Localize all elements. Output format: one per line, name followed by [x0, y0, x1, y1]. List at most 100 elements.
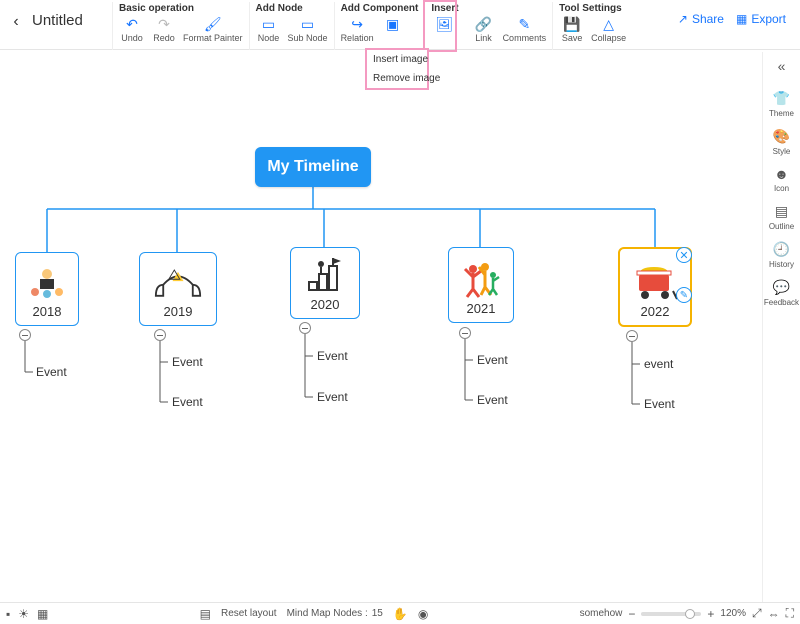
component-b-button[interactable]: ▣	[380, 15, 406, 43]
bottom-left-tools: ▪ ☀ ▦	[6, 607, 48, 621]
year-node-2022[interactable]: ✕ ✎ 2022	[618, 247, 692, 327]
zoom-out-button[interactable]: −	[628, 607, 635, 621]
menu-insert-image[interactable]: Insert image	[367, 50, 427, 69]
back-button[interactable]: ‹	[6, 2, 26, 42]
event-label[interactable]: Event	[644, 397, 675, 411]
redo-button[interactable]: ↷Redo	[151, 15, 177, 43]
grid-icon[interactable]: ▦	[37, 607, 48, 621]
root-node[interactable]: My Timeline	[255, 147, 371, 187]
document-title[interactable]: Untitled	[32, 2, 112, 29]
link-icon: 🔗	[473, 15, 495, 33]
export-icon: ▦	[736, 12, 747, 26]
link-button[interactable]: 🔗Link	[471, 15, 497, 43]
share-button[interactable]: ↗Share	[678, 12, 724, 26]
node-tool-button[interactable]: ✎	[676, 287, 692, 303]
header-actions: ↗Share ▦Export	[678, 2, 794, 26]
rail-style[interactable]: 🎨Style	[773, 128, 791, 156]
zoom-slider[interactable]	[641, 612, 701, 616]
fit-width-icon[interactable]: ⇔	[768, 607, 780, 621]
event-label[interactable]: Event	[317, 349, 348, 363]
style-icon: 🎨	[773, 128, 790, 145]
format-painter-icon: 🖌	[202, 15, 224, 33]
share-icon: ↗	[678, 12, 688, 26]
reset-layout-icon[interactable]: ▤	[200, 607, 211, 621]
fit-icon[interactable]: ⤢	[752, 606, 762, 621]
fullscreen-icon[interactable]: ⛶	[786, 606, 794, 621]
collapse-toggle[interactable]	[299, 322, 311, 334]
export-button[interactable]: ▦Export	[736, 12, 786, 26]
save-button[interactable]: 💾Save	[559, 15, 585, 43]
group-label-add-component: Add Component	[341, 2, 419, 15]
node-count: Mind Map Nodes : 15	[287, 608, 383, 619]
year-label: 2020	[311, 297, 340, 312]
collapse-toggle[interactable]	[626, 330, 638, 342]
group-add-node: Add Node ▭Node ▭Sub Node	[249, 2, 334, 50]
event-label[interactable]: Event	[317, 390, 348, 404]
relation-button[interactable]: ↪Relation	[341, 15, 374, 43]
insert-dropdown: Insert image Remove image	[365, 48, 429, 90]
collapse-button[interactable]: △Collapse	[591, 15, 626, 43]
group-label-settings: Tool Settings	[559, 2, 626, 15]
image-icon: 🖼	[433, 15, 455, 33]
rail-collapse-button[interactable]: «	[778, 58, 786, 74]
illustration-2019	[154, 262, 202, 302]
event-label[interactable]: Event	[36, 365, 67, 379]
right-rail: « 👕Theme 🎨Style ☻Icon ▤Outline 🕘History …	[762, 52, 800, 602]
year-label: 2019	[164, 304, 193, 319]
event-label[interactable]: event	[644, 357, 673, 371]
group-add-component: Add Component ↪Relation ▣	[334, 2, 425, 50]
year-node-2021[interactable]: 2021	[448, 247, 514, 323]
zoom-value: 120%	[720, 608, 746, 619]
boundary-icon: ▣	[382, 15, 404, 33]
save-icon: 💾	[561, 15, 583, 33]
zoom-in-button[interactable]: +	[707, 607, 714, 621]
group-tool-settings: Tool Settings 💾Save △Collapse	[552, 2, 632, 50]
bottom-bar: ▪ ☀ ▦ ▤ Reset layout Mind Map Nodes : 15…	[0, 602, 800, 624]
year-label: 2021	[467, 301, 496, 316]
rail-theme[interactable]: 👕Theme	[769, 90, 794, 118]
canvas[interactable]: My Timeline 2018 Event 2019 Event Event …	[0, 52, 762, 602]
collapse-toggle[interactable]	[19, 329, 31, 341]
collapse-icon: △	[598, 15, 620, 33]
event-label[interactable]: Event	[477, 393, 508, 407]
year-node-2018[interactable]: 2018	[15, 252, 79, 326]
collapse-toggle[interactable]	[154, 329, 166, 341]
redo-icon: ↷	[153, 15, 175, 33]
year-node-2019[interactable]: 2019	[139, 252, 217, 326]
theme-icon: 👕	[773, 90, 790, 107]
center-icon[interactable]: ◉	[418, 607, 428, 621]
subnode-icon: ▭	[297, 15, 319, 33]
format-painter-button[interactable]: 🖌Format Painter	[183, 15, 243, 43]
relation-icon: ↪	[346, 15, 368, 33]
year-node-2020[interactable]: 2020	[290, 247, 360, 319]
add-subnode-button[interactable]: ▭Sub Node	[288, 15, 328, 43]
group-inline: 🔗Link ✎Comments	[465, 2, 553, 50]
collapse-toggle[interactable]	[459, 327, 471, 339]
rail-feedback[interactable]: 💬Feedback	[764, 279, 799, 307]
menu-remove-image[interactable]: Remove image	[367, 69, 427, 88]
pan-icon[interactable]: ✋	[393, 607, 408, 621]
event-label[interactable]: Event	[172, 355, 203, 369]
node-delete-button[interactable]: ✕	[676, 247, 692, 263]
illustration-2020	[301, 255, 349, 295]
slider-thumb[interactable]	[685, 609, 695, 619]
group-insert: Insert 🖼	[424, 2, 464, 50]
background-icon[interactable]: ▪	[6, 607, 10, 621]
rail-history[interactable]: 🕘History	[769, 241, 794, 269]
comments-button[interactable]: ✎Comments	[503, 15, 547, 43]
insert-image-button[interactable]: 🖼	[431, 15, 457, 33]
rail-outline[interactable]: ▤Outline	[769, 203, 794, 231]
reset-layout-button[interactable]: Reset layout	[221, 608, 277, 619]
add-node-button[interactable]: ▭Node	[256, 15, 282, 43]
illustration-2022	[631, 262, 679, 302]
brightness-icon[interactable]: ☀	[18, 607, 29, 621]
rail-icon[interactable]: ☻Icon	[774, 166, 789, 193]
event-label[interactable]: Event	[477, 353, 508, 367]
undo-button[interactable]: ↶Undo	[119, 15, 145, 43]
bottom-right: − + 120% ⤢ ⇔ ⛶	[628, 606, 794, 621]
connectors	[0, 52, 762, 602]
event-label[interactable]: Event	[172, 395, 203, 409]
bottom-center: ▤ Reset layout Mind Map Nodes : 15 ✋ ◉	[54, 607, 573, 621]
year-label: 2018	[33, 304, 62, 319]
illustration-2018	[23, 262, 71, 302]
